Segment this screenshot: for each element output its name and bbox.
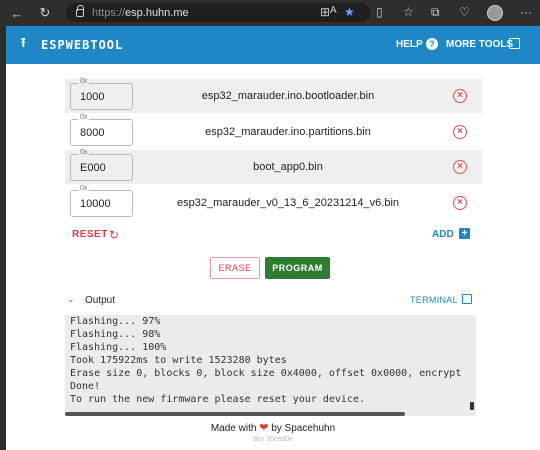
- console-lines: Flashing... 97% Flashing... 98% Flashing…: [65, 315, 461, 406]
- remove-file-icon[interactable]: ×: [453, 125, 467, 139]
- console-line: To run the new firmware please reset you…: [70, 394, 366, 405]
- app-title: ESPWEBTOOL: [41, 38, 124, 52]
- chevron-down-icon[interactable]: ⌄: [67, 294, 75, 305]
- version-text: dev 35ced0e: [252, 436, 294, 443]
- footer: Made with ❤ by Spacehuhn: [6, 421, 540, 434]
- add-button[interactable]: ADD: [432, 229, 454, 240]
- file-name[interactable]: esp32_marauder_v0_13_6_20231214_v6.bin: [150, 197, 426, 209]
- more-menu-icon[interactable]: ···: [520, 5, 532, 19]
- favorites-icon[interactable]: ☆: [403, 5, 414, 19]
- offset-field[interactable]: 0x E000: [70, 149, 133, 181]
- back-icon[interactable]: ←: [6, 6, 28, 21]
- made-with-text: Made with: [210, 423, 257, 434]
- external-link-icon[interactable]: [462, 294, 472, 304]
- console-line: Erase size 0, blocks 0, block size 0x400…: [70, 368, 462, 379]
- terminal-link[interactable]: TERMINAL: [410, 295, 458, 305]
- url-prefix: https://: [92, 6, 126, 19]
- file-row: 0x 1000 esp32_marauder.ino.bootloader.bi…: [65, 78, 482, 113]
- refresh-icon[interactable]: ↻: [34, 5, 56, 21]
- horizontal-scrollbar[interactable]: [65, 412, 405, 416]
- app-available-icon[interactable]: ⊞: [320, 5, 330, 19]
- remove-file-icon[interactable]: ×: [453, 160, 467, 174]
- output-title[interactable]: Output: [85, 295, 115, 306]
- remove-file-icon[interactable]: ×: [453, 196, 467, 210]
- profile-avatar[interactable]: [487, 5, 503, 21]
- heart-icon: ❤: [259, 422, 269, 434]
- console-line: Flashing... 97%: [70, 316, 161, 327]
- program-button[interactable]: PROGRAM: [265, 257, 330, 279]
- offset-field[interactable]: 0x 10000: [70, 185, 133, 217]
- offset-value: 10000: [80, 198, 111, 210]
- file-row: 0x E000 boot_app0.bin ×: [65, 149, 482, 184]
- reset-icon[interactable]: ↻: [109, 228, 119, 242]
- file-name[interactable]: esp32_marauder.ino.partitions.bin: [150, 126, 426, 138]
- collections-icon[interactable]: ⧉: [431, 5, 440, 20]
- split-screen-icon[interactable]: ▯: [376, 5, 383, 19]
- offset-field[interactable]: 0x 8000: [70, 114, 133, 146]
- vertical-scrollbar[interactable]: [470, 402, 474, 410]
- upload-icon: ⭱: [21, 35, 26, 50]
- file-name[interactable]: esp32_marauder.ino.bootloader.bin: [150, 90, 426, 102]
- file-name[interactable]: boot_app0.bin: [150, 161, 426, 173]
- favorite-star-icon[interactable]: ★: [344, 5, 355, 19]
- offset-label: 0x: [78, 78, 90, 85]
- offset-label: 0x: [78, 149, 90, 156]
- read-aloud-icon[interactable]: A: [330, 5, 337, 16]
- by-text: by Spacehuhn: [271, 423, 336, 434]
- offset-label: 0x: [78, 185, 90, 192]
- external-link-icon[interactable]: [509, 38, 520, 49]
- lock-icon: [76, 4, 84, 17]
- console-line: Flashing... 98%: [70, 329, 161, 340]
- url-host: esp.huhn.me: [125, 6, 189, 19]
- console-line: Flashing... 100%: [70, 342, 167, 353]
- offset-value: 1000: [80, 91, 105, 103]
- app-header: ⭱ ESPWEBTOOL HELP ? MORE TOOLS: [6, 26, 540, 64]
- erase-button[interactable]: ERASE: [210, 257, 260, 279]
- console-line: Took 175922ms to write 1523280 bytes: [70, 355, 287, 366]
- performance-icon[interactable]: ♡: [459, 5, 470, 19]
- url-text: https://esp.huhn.me: [92, 7, 189, 19]
- help-icon[interactable]: ?: [426, 38, 438, 50]
- file-row: 0x 10000 esp32_marauder_v0_13_6_20231214…: [65, 185, 482, 220]
- offset-value: 8000: [80, 127, 105, 139]
- browser-toolbar: ← ↻ ⌂ https://esp.huhn.me ⊞ A ★ ▯ ☆ ⧉ ♡ …: [0, 0, 540, 26]
- remove-file-icon[interactable]: ×: [453, 89, 467, 103]
- offset-value: E000: [80, 162, 106, 174]
- more-tools-link[interactable]: MORE TOOLS: [446, 39, 513, 50]
- output-console[interactable]: Flashing... 97% Flashing... 98% Flashing…: [65, 315, 476, 416]
- reset-button[interactable]: RESET: [72, 229, 108, 240]
- console-line: Done!: [70, 381, 101, 392]
- add-icon[interactable]: +: [459, 228, 470, 239]
- offset-field[interactable]: 0x 1000: [70, 78, 133, 110]
- app-window: ⭱ ESPWEBTOOL HELP ? MORE TOOLS 0x 1000 e…: [6, 26, 540, 450]
- help-link[interactable]: HELP: [396, 39, 423, 50]
- file-row: 0x 8000 esp32_marauder.ino.partitions.bi…: [65, 114, 482, 149]
- offset-label: 0x: [78, 114, 90, 121]
